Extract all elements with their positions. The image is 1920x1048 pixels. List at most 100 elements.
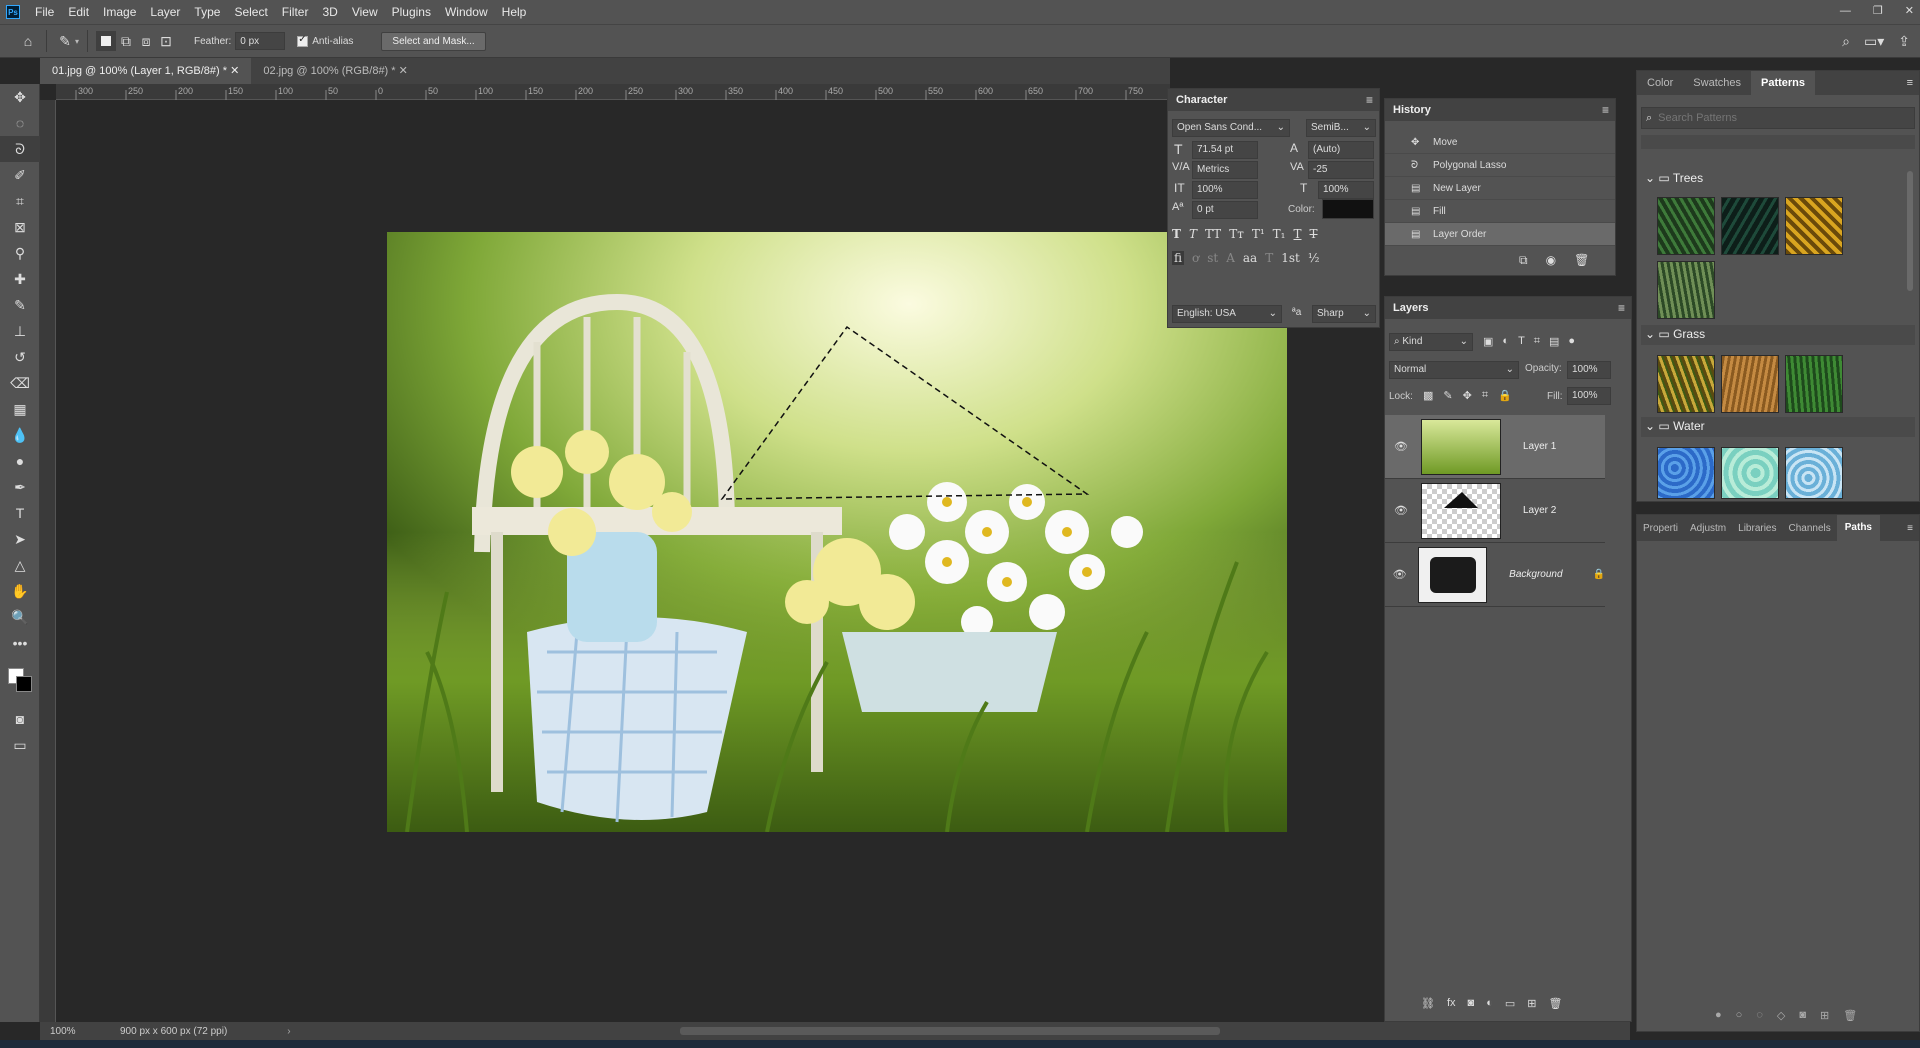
shape-filter-icon[interactable]: ⌗ [1534,335,1540,348]
tab-color[interactable]: Color [1637,77,1683,89]
eye-icon[interactable]: 👁 [1391,568,1408,581]
layer-row[interactable]: 👁 Layer 2 [1385,479,1605,543]
kerning-select[interactable]: Metrics [1192,161,1258,179]
history-item[interactable]: ✥ Move [1385,131,1615,154]
horizontal-scale-input[interactable]: 100% [1318,181,1374,199]
clone-stamp-icon[interactable]: ⊥ [0,318,40,344]
tab-channels[interactable]: Channels [1783,523,1837,534]
path-select-icon[interactable]: ➤ [0,526,40,552]
lock-artboard-icon[interactable]: ⌗ [1482,389,1488,402]
frame-tool-icon[interactable]: ⊠ [0,214,40,240]
lasso-preset-icon[interactable]: ✎ [55,31,75,51]
subscript-button[interactable]: T₁ [1273,227,1286,241]
camera-icon[interactable]: ◉ [1546,253,1556,268]
eye-icon[interactable]: 👁 [1391,504,1411,517]
swash-button[interactable]: A [1226,251,1235,265]
pattern-tile[interactable] [1721,355,1779,413]
menu-3d[interactable]: 3D [315,0,344,24]
titling-button[interactable]: T [1265,251,1273,265]
layer-name[interactable]: Layer 2 [1523,505,1556,516]
menu-file[interactable]: File [28,0,61,24]
minimize-icon[interactable]: — [1840,0,1851,22]
adjustment-filter-icon[interactable]: ◐ [1502,335,1509,348]
baseline-input[interactable]: 0 pt [1192,201,1258,219]
layer-row[interactable]: 👁 Layer 1 [1385,415,1605,479]
lock-position-icon[interactable]: ✥ [1463,389,1472,402]
eyedropper-tool-icon[interactable]: ⚲ [0,240,40,266]
opacity-input[interactable]: 100% [1567,361,1611,379]
pattern-tile[interactable] [1721,197,1779,255]
trash-icon[interactable]: 🗑 [1548,997,1562,1010]
quick-mask-icon[interactable]: ◙ [0,706,40,732]
history-item[interactable]: ᘐ Polygonal Lasso [1385,154,1615,177]
subtract-selection-icon[interactable]: ⧈ [136,31,156,51]
trash-icon[interactable]: 🗑 [1574,253,1589,268]
adjustment-layer-icon[interactable]: ◐ [1486,997,1493,1010]
close-icon[interactable]: ✕ [230,65,239,77]
tab-adjustments[interactable]: Adjustm [1684,523,1732,534]
tab-properties[interactable]: Properti [1637,523,1684,534]
lock-pixels-icon[interactable]: ▩ [1423,389,1433,402]
pattern-group-trees[interactable]: ⌄ ▭ Trees [1645,171,1703,185]
history-item[interactable]: ▤ Layer Order [1385,223,1615,246]
stylistic-alternates-button[interactable]: aa [1243,251,1257,265]
menu-image[interactable]: Image [96,0,143,24]
trash-icon[interactable]: 🗑 [1843,1009,1857,1022]
menu-type[interactable]: Type [187,0,227,24]
new-group-icon[interactable]: ▭ [1505,997,1515,1010]
antialias-checkbox[interactable] [297,34,309,47]
menu-view[interactable]: View [345,0,385,24]
pattern-tile[interactable] [1657,447,1715,499]
tab-patterns[interactable]: Patterns [1751,71,1816,95]
underline-button[interactable]: T [1294,227,1302,241]
history-item[interactable]: ▤ New Layer [1385,177,1615,200]
workspace-icon[interactable]: ▭▾ [1864,33,1884,50]
history-item[interactable]: ▤ Fill [1385,200,1615,223]
hand-tool-icon[interactable]: ✋ [0,578,40,604]
pattern-tile[interactable] [1785,197,1843,255]
background-color[interactable] [16,676,32,692]
ordinals-button[interactable]: 1st [1281,251,1300,265]
add-mask-icon[interactable]: ◙ [1468,997,1475,1010]
close-icon[interactable]: ✕ [399,65,408,77]
tracking-input[interactable]: -25 [1308,161,1374,179]
tab-libraries[interactable]: Libraries [1732,523,1782,534]
layer-name[interactable]: Background [1509,569,1562,580]
blur-tool-icon[interactable]: 💧 [0,422,40,448]
menu-icon[interactable]: ≡ [1366,93,1373,107]
vertical-scale-input[interactable]: 100% [1192,181,1258,199]
close-icon[interactable]: ✕ [1905,0,1914,22]
font-style-select[interactable]: SemiB... ⌄ [1306,119,1376,137]
ligatures-button[interactable]: fi [1172,251,1185,265]
all-caps-button[interactable]: TT [1205,227,1221,241]
menu-icon[interactable]: ≡ [1602,103,1609,117]
font-size-input[interactable]: 71.54 pt [1192,141,1258,159]
small-caps-button[interactable]: Tт [1229,227,1244,241]
strikethrough-button[interactable]: T [1310,227,1318,241]
menu-window[interactable]: Window [438,0,495,24]
faux-bold-button[interactable]: T [1172,227,1181,241]
pattern-tile[interactable] [1657,355,1715,413]
make-work-path-icon[interactable]: ◇ [1777,1009,1785,1022]
discretionary-ligatures-button[interactable]: st [1207,251,1218,265]
feather-input[interactable] [235,32,286,50]
healing-brush-icon[interactable]: ✚ [0,266,40,292]
move-tool-icon[interactable]: ✥ [0,84,40,110]
load-selection-icon[interactable]: ◌ [1756,1009,1763,1022]
menu-icon[interactable]: ≡ [1618,301,1625,315]
new-path-icon[interactable]: ⊞ [1820,1009,1829,1022]
text-color-swatch[interactable] [1322,199,1374,219]
menu-icon[interactable]: ≡ [1907,523,1913,534]
vertical-scrollbar[interactable] [1907,171,1913,291]
menu-select[interactable]: Select [227,0,274,24]
history-brush-icon[interactable]: ↺ [0,344,40,370]
superscript-button[interactable]: T¹ [1252,227,1265,241]
new-selection-icon[interactable] [96,31,117,51]
pattern-group-water[interactable]: ⌄ ▭ Water [1645,419,1705,433]
language-select[interactable]: English: USA ⌄ [1172,305,1282,323]
old-style-button[interactable]: ơ [1192,251,1199,265]
marquee-tool-icon[interactable]: ◌ [0,110,40,136]
menu-help[interactable]: Help [495,0,534,24]
pattern-tile[interactable] [1657,261,1715,319]
share-icon[interactable]: ⇪ [1898,33,1910,50]
